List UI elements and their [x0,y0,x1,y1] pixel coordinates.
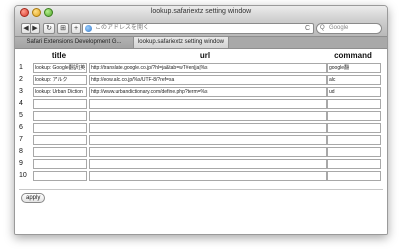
table-row: 9 [15,159,387,169]
settings-page: title url command 1 lookup: Google翻訳(英 h… [15,49,387,234]
row-number: 9 [19,160,23,167]
command-field[interactable] [327,171,381,181]
bookmarks-icon[interactable]: ⊞ [57,23,69,34]
title-field[interactable] [33,99,87,109]
url-field[interactable]: http://eow.alc.co.jp/%s/UTF-8/?ref=sa [89,75,327,85]
search-placeholder: Google [329,25,349,31]
row-number: 1 [19,64,23,71]
url-field[interactable]: http://www.urbandictionary.com/define.ph… [89,87,327,97]
apply-button[interactable]: apply [21,193,46,203]
table-row: 10 [15,171,387,181]
add-bookmark-button[interactable]: + [71,23,81,34]
command-field[interactable] [327,123,381,133]
address-bar[interactable]: このアドレスを開く C [82,23,314,34]
tab-bar: Safari Extensions Development G... looku… [15,36,387,49]
row-number: 10 [19,172,27,179]
row-number: 6 [19,124,23,131]
search-input[interactable]: Q Google [316,23,382,34]
url-field[interactable]: http://translate.google.co.jp/?hl=ja&tab… [89,63,327,73]
column-header-command: command [334,51,372,60]
title-field[interactable]: lookup: Urban Diction [33,87,87,97]
table-row: 1 lookup: Google翻訳(英 http://translate.go… [15,63,387,73]
title-field[interactable] [33,159,87,169]
command-field[interactable] [327,111,381,121]
search-icon: Q [320,25,325,31]
browser-window: lookup.safariextz setting window ◀ ▶ ↻ ⊞… [14,5,388,235]
command-field[interactable]: ud [327,87,381,97]
command-field[interactable]: google翻 [327,63,381,73]
row-number: 5 [19,112,23,119]
table-row: 2 lookup: アルク http://eow.alc.co.jp/%s/UT… [15,75,387,85]
table-row: 8 [15,147,387,157]
url-field[interactable] [89,135,327,145]
globe-icon [85,25,92,32]
title-field[interactable] [33,135,87,145]
row-number: 2 [19,76,23,83]
table-row: 7 [15,135,387,145]
column-header-url: url [199,51,211,60]
title-field[interactable] [33,123,87,133]
toolbar: ◀ ▶ ↻ ⊞ + このアドレスを開く C Q Google [15,20,387,36]
title-field[interactable]: lookup: Google翻訳(英 [33,63,87,73]
table-row: 6 [15,123,387,133]
command-field[interactable] [327,147,381,157]
url-field[interactable] [89,111,327,121]
divider [19,189,383,190]
tab-safari-extensions[interactable]: Safari Extensions Development G... [15,37,134,48]
row-number: 8 [19,148,23,155]
command-field[interactable]: alc [327,75,381,85]
window-title: lookup.safariextz setting window [150,8,252,15]
table-row: 3 lookup: Urban Diction http://www.urban… [15,87,387,97]
url-field[interactable] [89,171,327,181]
title-field[interactable]: lookup: アルク [33,75,87,85]
url-field[interactable] [89,147,327,157]
url-field[interactable] [89,99,327,109]
refresh-icon[interactable]: C [305,24,310,33]
forward-button[interactable]: ▶ [30,23,40,34]
table-row: 5 [15,111,387,121]
title-bar: lookup.safariextz setting window [15,6,387,20]
url-field[interactable] [89,123,327,133]
row-number: 7 [19,136,23,143]
address-placeholder: このアドレスを開く [95,25,150,31]
row-number: 3 [19,88,23,95]
tab-lookup-settings[interactable]: lookup.safariextz setting window [134,37,229,48]
url-field[interactable] [89,159,327,169]
title-field[interactable] [33,111,87,121]
row-number: 4 [19,100,23,107]
command-field[interactable] [327,99,381,109]
title-field[interactable] [33,171,87,181]
command-field[interactable] [327,159,381,169]
column-header-title: title [51,51,67,60]
title-field[interactable] [33,147,87,157]
command-field[interactable] [327,135,381,145]
table-row: 4 [15,99,387,109]
reload-icon[interactable]: ↻ [43,23,55,34]
